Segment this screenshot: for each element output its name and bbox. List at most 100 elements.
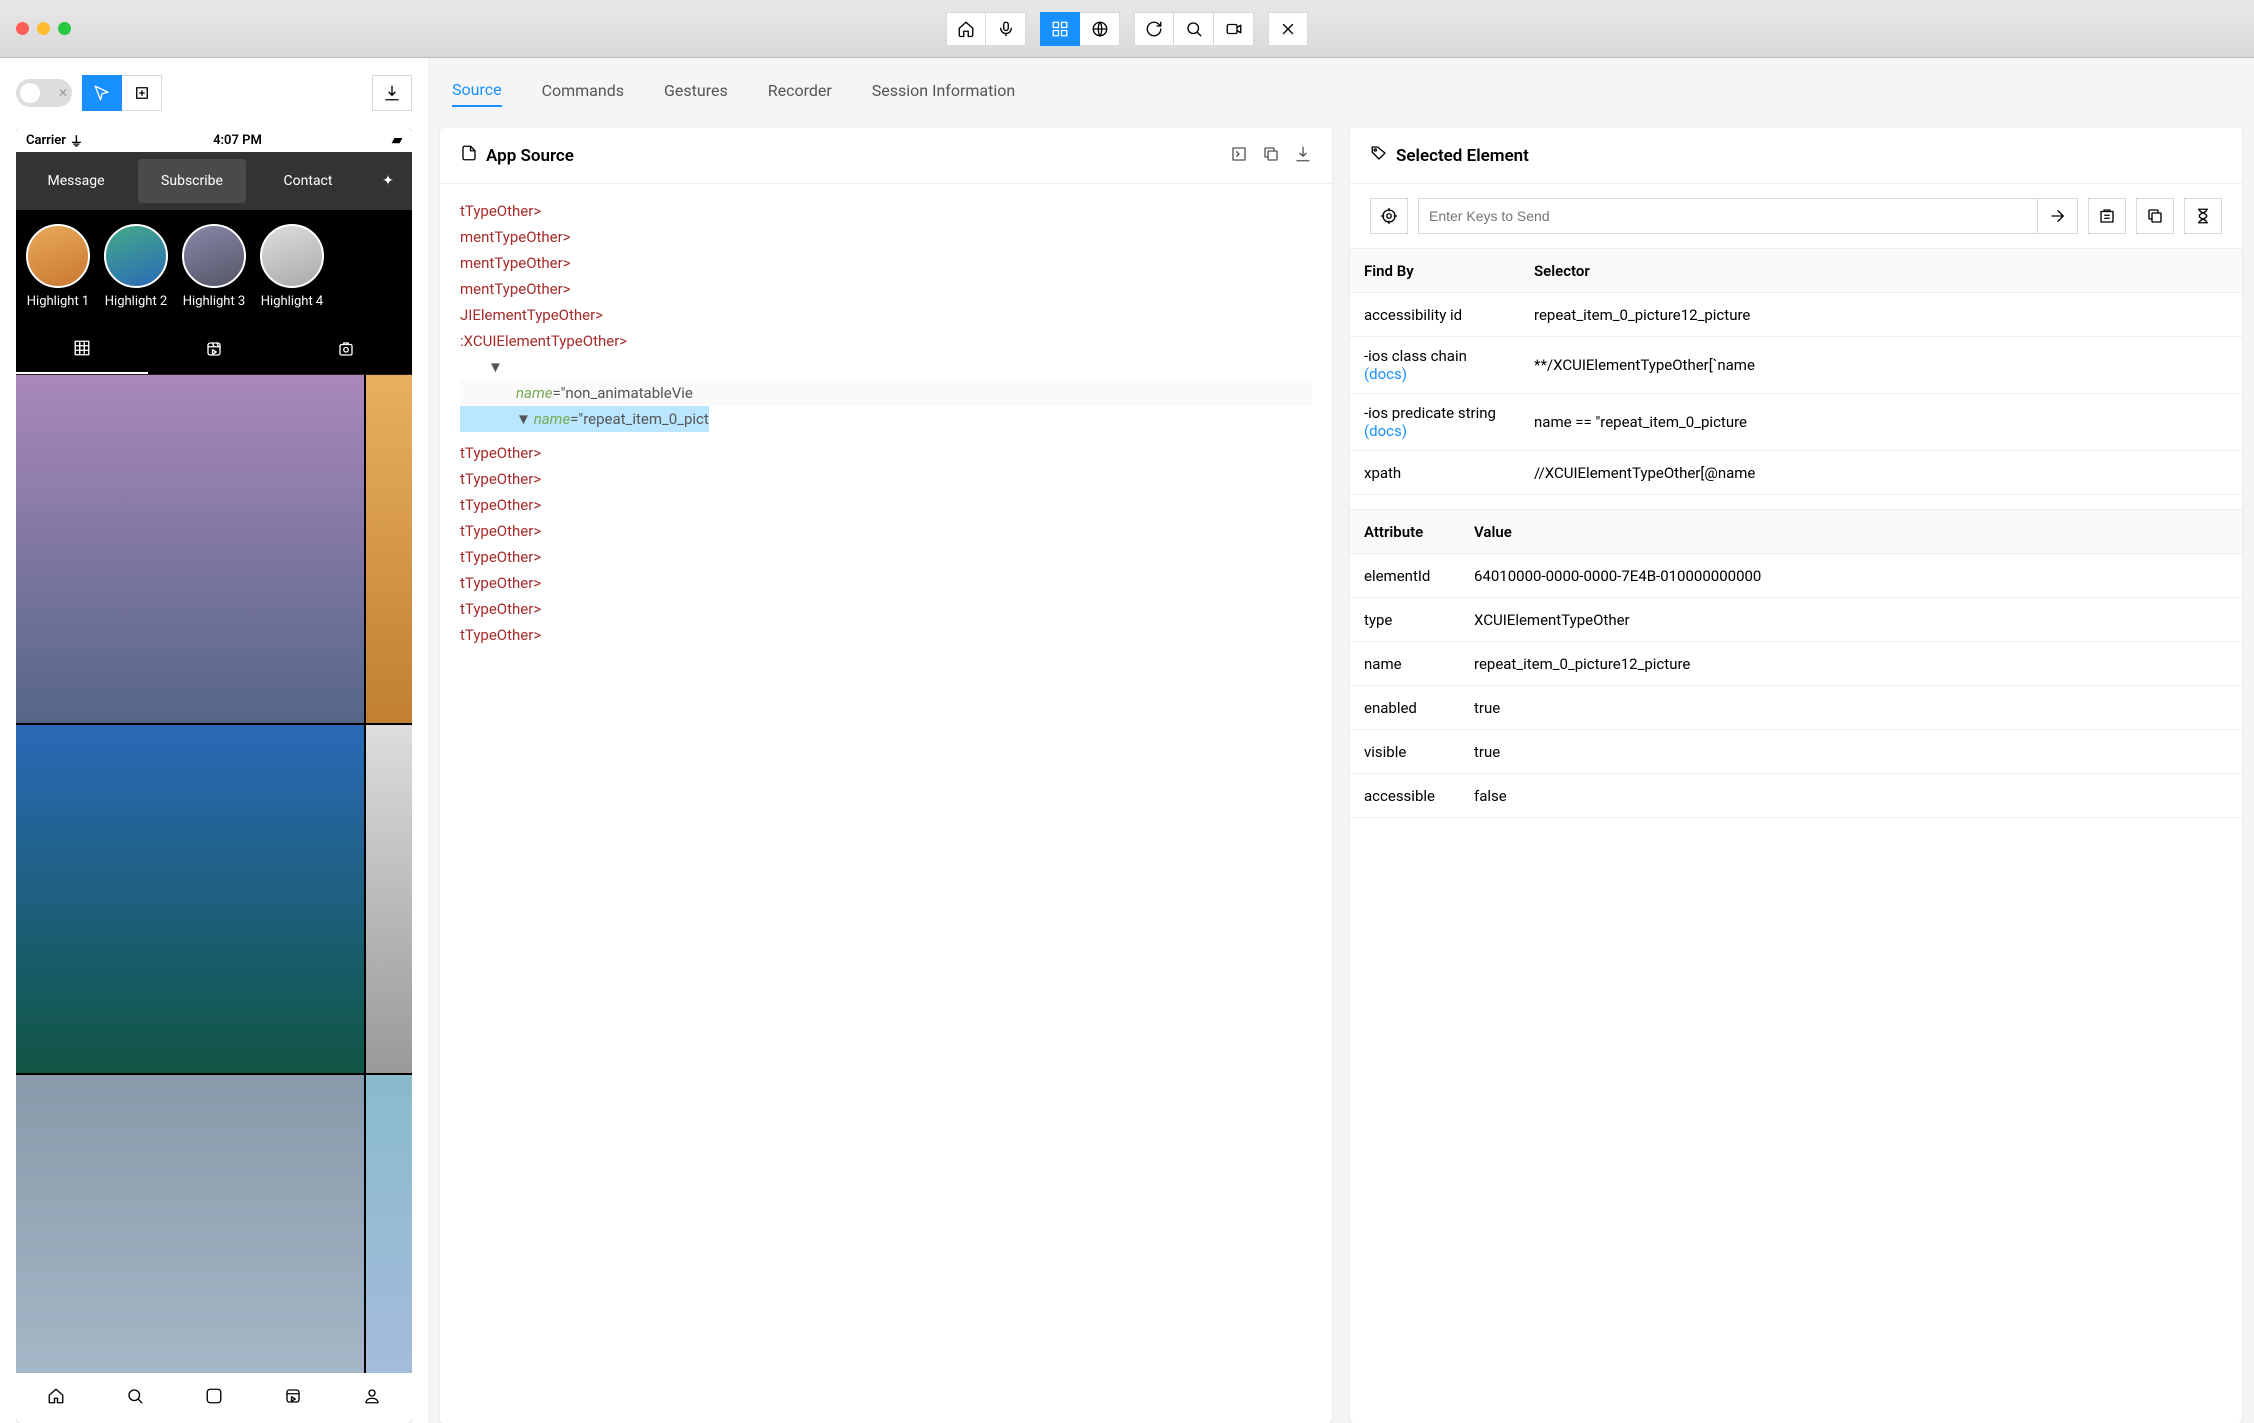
- photo-cell[interactable]: [366, 1075, 412, 1423]
- search-button[interactable]: [1174, 12, 1214, 46]
- docs-link[interactable]: (docs): [1364, 365, 1407, 383]
- tab-recorder[interactable]: Recorder: [768, 81, 832, 106]
- tap-element-button[interactable]: [1370, 198, 1408, 234]
- highlight-item[interactable]: Highlight 4: [260, 224, 324, 309]
- tree-node[interactable]: mentTypeOther>: [460, 224, 1312, 250]
- photo-cell[interactable]: [16, 725, 364, 1073]
- photo-cell[interactable]: [16, 375, 364, 723]
- close-window-button[interactable]: [16, 22, 29, 35]
- findby-selector[interactable]: //XCUIElementTypeOther[@name: [1520, 454, 2242, 492]
- attribute-row: namerepeat_item_0_picture12_picture: [1350, 642, 2242, 686]
- nav-profile-icon[interactable]: [363, 1387, 381, 1409]
- get-timing-button[interactable]: [2184, 198, 2222, 234]
- tree-node[interactable]: JIElementTypeOther>: [460, 302, 1312, 328]
- attribute-row: typeXCUIElementTypeOther: [1350, 598, 2242, 642]
- nav-search-icon[interactable]: [126, 1387, 144, 1409]
- tree-node[interactable]: tTypeOther>: [460, 622, 1312, 648]
- grid-tab-tagged[interactable]: [280, 323, 412, 374]
- mic-button[interactable]: [986, 12, 1026, 46]
- highlight-avatar: [260, 224, 324, 288]
- highlight-item[interactable]: Highlight 3: [182, 224, 246, 309]
- carrier-label: Carrier: [26, 133, 66, 148]
- attribute-name: elementId: [1350, 557, 1460, 595]
- tree-node[interactable]: :XCUIElementTypeOther>: [460, 328, 1312, 354]
- tree-node[interactable]: mentTypeOther>: [460, 250, 1312, 276]
- attribute-value[interactable]: repeat_item_0_picture12_picture: [1460, 645, 2242, 683]
- profile-tab-contact[interactable]: Contact: [254, 159, 362, 203]
- tree-node[interactable]: ▼ name="repeat_item_0_pict: [460, 406, 709, 432]
- wifi-icon: ⏚: [70, 131, 83, 150]
- traffic-lights: [16, 22, 71, 35]
- attribute-value[interactable]: false: [1460, 777, 2242, 815]
- maximize-window-button[interactable]: [58, 22, 71, 35]
- tab-commands[interactable]: Commands: [542, 81, 624, 106]
- nav-add-icon[interactable]: [205, 1387, 223, 1409]
- toggle-attributes-button[interactable]: [1230, 145, 1248, 167]
- tree-node[interactable]: tTypeOther>: [460, 596, 1312, 622]
- highlight-item[interactable]: Highlight 1: [26, 224, 90, 309]
- refresh-button[interactable]: [1134, 12, 1174, 46]
- findby-strategy: -ios class chain(docs): [1350, 337, 1520, 393]
- tab-session-info[interactable]: Session Information: [872, 81, 1015, 106]
- tree-node[interactable]: tTypeOther>: [460, 544, 1312, 570]
- tap-coords-button[interactable]: [122, 75, 162, 111]
- minimize-window-button[interactable]: [37, 22, 50, 35]
- download-xml-button[interactable]: [1294, 145, 1312, 167]
- photo-cell[interactable]: [16, 1075, 364, 1423]
- attribute-name: name: [1350, 645, 1460, 683]
- tab-source[interactable]: Source: [452, 80, 502, 107]
- attribute-value[interactable]: true: [1460, 689, 2242, 727]
- tree-node[interactable]: [460, 432, 1312, 440]
- clear-element-button[interactable]: [2088, 198, 2126, 234]
- copy-xml-button[interactable]: [1262, 145, 1280, 167]
- grid-tab-posts[interactable]: [16, 323, 148, 374]
- attribute-value[interactable]: 64010000-0000-0000-7E4B-010000000000: [1460, 557, 2242, 595]
- tree-node[interactable]: tTypeOther>: [460, 466, 1312, 492]
- profile-tab-message[interactable]: Message: [22, 159, 130, 203]
- attribute-name: accessible: [1350, 777, 1460, 815]
- source-tree[interactable]: tTypeOther>mentTypeOther>mentTypeOther>m…: [440, 184, 1332, 1423]
- device-screenshot[interactable]: Carrier ⏚ 4:07 PM ▰ Message Subscribe Co…: [16, 128, 412, 1423]
- findby-selector[interactable]: repeat_item_0_picture12_picture: [1520, 296, 2242, 334]
- tree-node[interactable]: tTypeOther>: [460, 492, 1312, 518]
- photo-cell[interactable]: [366, 375, 412, 723]
- select-element-button[interactable]: [82, 75, 122, 111]
- app-grid-button[interactable]: [1040, 12, 1080, 46]
- grid-tab-reels[interactable]: [148, 323, 280, 374]
- tree-node[interactable]: tTypeOther>: [460, 570, 1312, 596]
- tree-node[interactable]: tTypeOther>: [460, 518, 1312, 544]
- titlebar-toolbar: [946, 12, 1308, 46]
- close-session-button[interactable]: [1268, 12, 1308, 46]
- nav-home-icon[interactable]: [47, 1387, 65, 1409]
- tree-node[interactable]: ▼: [460, 354, 1312, 380]
- tree-node[interactable]: mentTypeOther>: [460, 276, 1312, 302]
- copy-attributes-button[interactable]: [2136, 198, 2174, 234]
- tree-node[interactable]: name="non_animatableVie: [460, 380, 1312, 406]
- tree-node[interactable]: tTypeOther>: [460, 198, 1312, 224]
- profile-tab-more[interactable]: ✦: [370, 159, 406, 203]
- highlight-item[interactable]: Highlight 2: [104, 224, 168, 309]
- findby-selector[interactable]: name == "repeat_item_0_picture: [1520, 403, 2242, 441]
- attribute-header: Attribute: [1350, 513, 1460, 551]
- send-keys-input[interactable]: [1418, 198, 2038, 234]
- send-keys-button[interactable]: [2038, 198, 2078, 234]
- record-button[interactable]: [1214, 12, 1254, 46]
- findby-row: -ios class chain(docs)**/XCUIElementType…: [1350, 337, 2242, 394]
- profile-tab-subscribe[interactable]: Subscribe: [138, 159, 246, 203]
- attribute-value[interactable]: XCUIElementTypeOther: [1460, 601, 2242, 639]
- nav-reels-icon[interactable]: [284, 1387, 302, 1409]
- web-button[interactable]: [1080, 12, 1120, 46]
- findby-row: xpath//XCUIElementTypeOther[@name: [1350, 451, 2242, 495]
- home-button[interactable]: [946, 12, 986, 46]
- photo-cell[interactable]: [366, 725, 412, 1073]
- docs-link[interactable]: (docs): [1364, 422, 1407, 440]
- tree-node[interactable]: tTypeOther>: [460, 440, 1312, 466]
- download-screenshot-button[interactable]: [372, 75, 412, 111]
- tab-gestures[interactable]: Gestures: [664, 81, 728, 106]
- attribute-value[interactable]: true: [1460, 733, 2242, 771]
- mjpeg-toggle[interactable]: ✕: [16, 79, 72, 107]
- attribute-row: enabledtrue: [1350, 686, 2242, 730]
- highlights-row: Highlight 1 Highlight 2 Highlight 3 High…: [16, 210, 412, 323]
- findby-selector[interactable]: **/XCUIElementTypeOther[`name: [1520, 346, 2242, 384]
- findby-table: Find By Selector accessibility idrepeat_…: [1350, 248, 2242, 495]
